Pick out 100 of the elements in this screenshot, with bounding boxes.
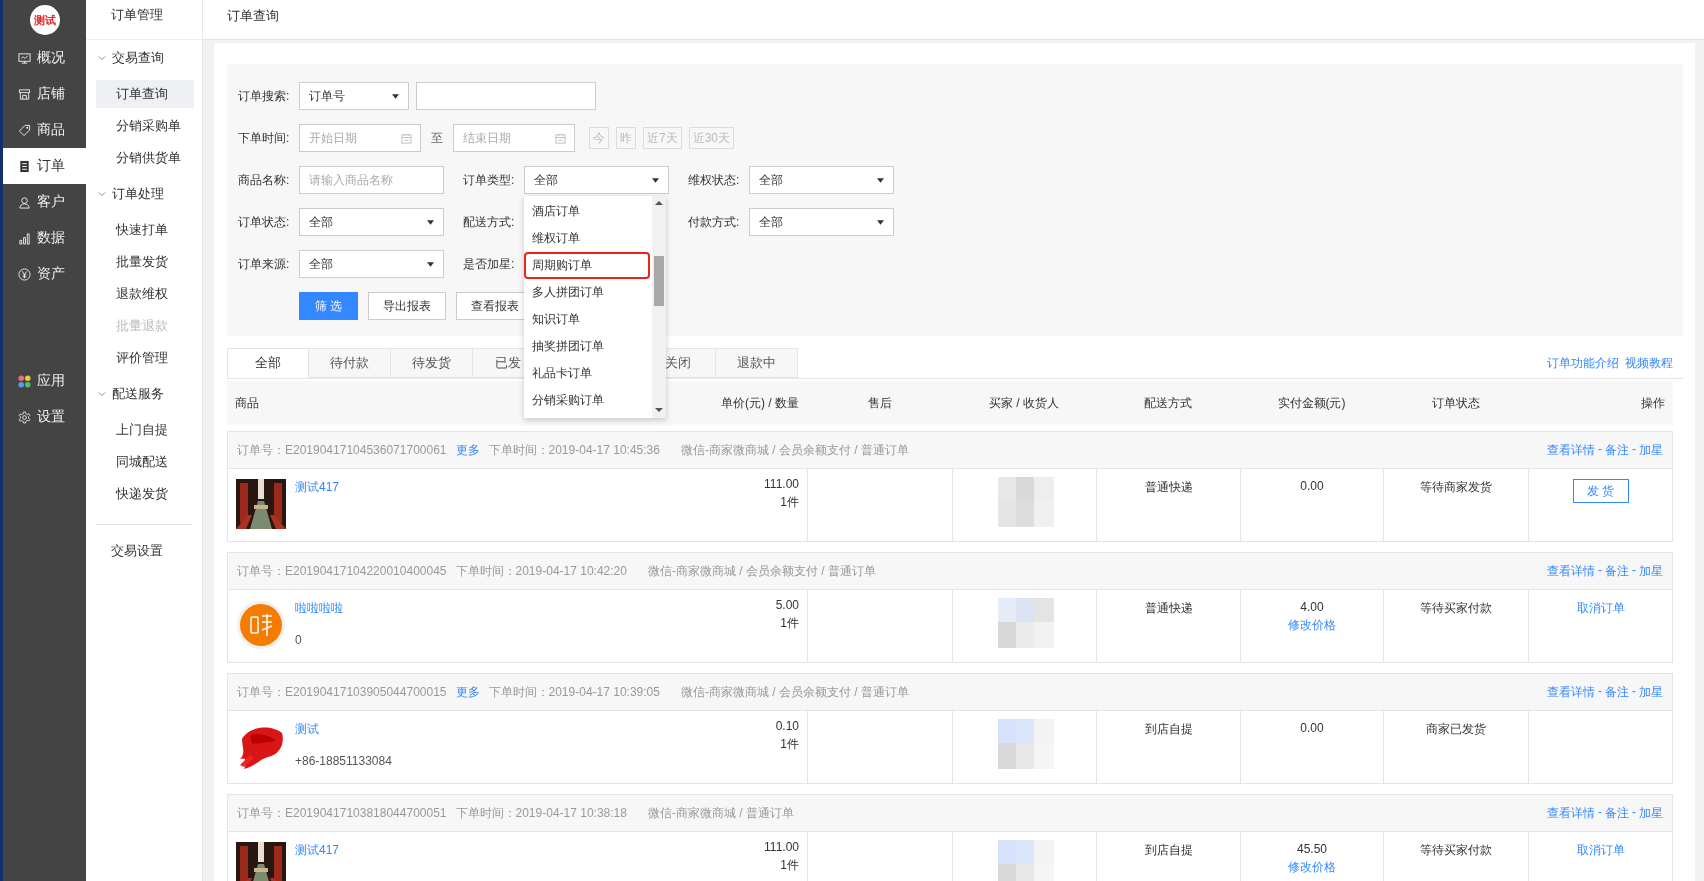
report-button[interactable]: 导出报表 <box>368 292 447 320</box>
nav-item[interactable]: 同城配送 <box>96 448 194 476</box>
paid-amount: 4.00 <box>1300 600 1324 614</box>
unit-price: 111.00 <box>764 477 799 491</box>
monitor-icon <box>18 51 31 65</box>
nav-item[interactable]: 退款维权 <box>96 280 194 308</box>
select-field[interactable]: 全部 <box>749 166 894 194</box>
paid-amount: 0.00 <box>1300 479 1324 493</box>
column-header: 配送方式 <box>1144 395 1192 410</box>
select-field[interactable]: 订单号 <box>299 82 409 110</box>
separator-text: - <box>1632 683 1636 700</box>
help-link[interactable]: 订单功能介绍 <box>1547 354 1619 372</box>
caret-icon <box>877 219 884 225</box>
delivery-method: 普通快递 <box>1144 600 1193 617</box>
nav-item[interactable]: 客户 <box>3 184 86 220</box>
separator-text: - <box>1598 683 1602 700</box>
nav-item[interactable]: 订单 <box>3 148 86 184</box>
nav-item[interactable]: 商品 <box>3 112 86 148</box>
dropdown-option[interactable]: 酒店订单 <box>524 198 650 225</box>
dropdown-option[interactable]: 周期购订单 <box>524 252 650 279</box>
nav-item[interactable]: 上门自提 <box>96 416 194 444</box>
tab[interactable]: 待发货 <box>391 348 473 378</box>
order-source: 微信-商家微商城 / 会员余额支付 / 普通订单 <box>680 441 909 459</box>
nav-item[interactable]: 交易设置 <box>86 541 202 561</box>
nav-item[interactable]: 资产 <box>3 256 86 292</box>
edit-price-link[interactable]: 修改价格 <box>1288 617 1336 634</box>
section-title: 订单管理 <box>86 0 202 40</box>
quantity: 1件 <box>780 615 799 632</box>
order-number: 订单号：E20190417104220010400045 <box>237 562 447 580</box>
search-field[interactable] <box>416 82 596 110</box>
field-label: 配送方式: <box>463 213 516 231</box>
field-label: 商品名称: <box>238 171 291 189</box>
field-label: 订单类型: <box>463 171 516 189</box>
help-link[interactable]: 视频教程 <box>1625 354 1673 372</box>
product-note: +86-18851133084 <box>295 754 392 768</box>
nav-item[interactable]: 快速打单 <box>96 216 194 244</box>
nav-group[interactable]: 订单处理 <box>86 176 202 212</box>
order-time: 下单时间：2019-04-17 10:39:05 <box>488 683 660 701</box>
field-label: 订单搜索: <box>238 87 291 105</box>
tab[interactable]: 全部 <box>227 348 309 378</box>
select-field[interactable]: 全部 <box>299 250 444 278</box>
document-icon <box>18 159 31 173</box>
nav-item[interactable]: 店铺 <box>3 76 86 112</box>
logo[interactable]: 测试 <box>29 5 60 35</box>
order-time: 下单时间：2019-04-17 10:38:18 <box>455 804 627 822</box>
unit-price: 0.10 <box>775 719 799 733</box>
cancel-order-link[interactable]: 取消订单 <box>1576 600 1625 617</box>
cancel-order-link[interactable]: 取消订单 <box>1576 842 1625 859</box>
paid-amount: 0.00 <box>1300 721 1324 735</box>
quantity: 1件 <box>780 494 799 511</box>
column-header: 买家 / 收货人 <box>989 395 1059 410</box>
unit-price: 111.00 <box>764 840 799 854</box>
product-link[interactable]: 啦啦啦啦 <box>295 600 343 617</box>
caret-icon <box>392 93 399 99</box>
field-label: 下单时间: <box>238 129 291 147</box>
nav-item[interactable]: 分销供货单 <box>96 144 194 172</box>
select-field[interactable]: 全部 <box>524 166 669 194</box>
caret-icon <box>877 177 884 183</box>
quantity: 1件 <box>780 857 799 874</box>
product-link[interactable]: 测试417 <box>295 479 340 496</box>
nav-item[interactable]: 数据 <box>3 220 86 256</box>
yen-icon <box>18 267 31 281</box>
column-header: 订单状态 <box>1431 395 1480 410</box>
column-header: 实付金额(元) <box>1277 395 1346 410</box>
order-time: 下单时间：2019-04-17 10:42:20 <box>455 562 627 580</box>
unit-price: 5.00 <box>775 598 799 612</box>
page-title: 订单查询 <box>227 8 279 23</box>
select-field[interactable]: 全部 <box>299 208 444 236</box>
range-separator: 至 <box>430 129 444 147</box>
delivery-method: 到店自提 <box>1144 842 1193 859</box>
nav-item[interactable]: 分销采购单 <box>96 112 194 140</box>
nav-item[interactable]: 批量发货 <box>96 248 194 276</box>
text-field[interactable]: 请输入商品名称 <box>299 166 444 194</box>
paid-amount: 45.50 <box>1297 842 1327 856</box>
nav-item[interactable]: 应用 <box>3 363 86 399</box>
nav-item[interactable]: 设置 <box>3 399 86 435</box>
edit-price-link[interactable]: 修改价格 <box>1288 859 1336 876</box>
separator-text: - <box>1632 804 1636 821</box>
separator-text: - <box>1632 441 1636 458</box>
calendar-icon <box>401 132 412 144</box>
dropdown-option[interactable]: 维权订单 <box>524 225 650 252</box>
order-status: 等待买家付款 <box>1420 600 1492 617</box>
select-field[interactable]: 全部 <box>749 208 894 236</box>
product-note: 0 <box>295 633 303 647</box>
product-link[interactable]: 测试417 <box>295 842 340 859</box>
nav-item[interactable]: 快递发货 <box>96 480 194 508</box>
tab[interactable]: 退款中 <box>716 348 798 378</box>
nav-item[interactable]: 概况 <box>3 40 86 76</box>
nav-item[interactable]: 评价管理 <box>96 344 194 372</box>
dropdown-option[interactable]: 分销采购订单 <box>524 387 650 414</box>
ship-button[interactable]: 发 货 <box>1572 479 1629 503</box>
tab[interactable]: 待付款 <box>309 348 391 378</box>
nav-group[interactable]: 交易查询 <box>86 40 202 76</box>
nav-item[interactable]: 订单查询 <box>96 80 194 108</box>
nav-group[interactable]: 配送服务 <box>86 376 202 412</box>
product-link[interactable]: 测试 <box>295 721 392 738</box>
settings-icon <box>18 410 31 424</box>
field-label: 订单来源: <box>238 255 291 273</box>
quantity: 1件 <box>780 736 799 753</box>
scrollbar[interactable] <box>652 196 666 418</box>
